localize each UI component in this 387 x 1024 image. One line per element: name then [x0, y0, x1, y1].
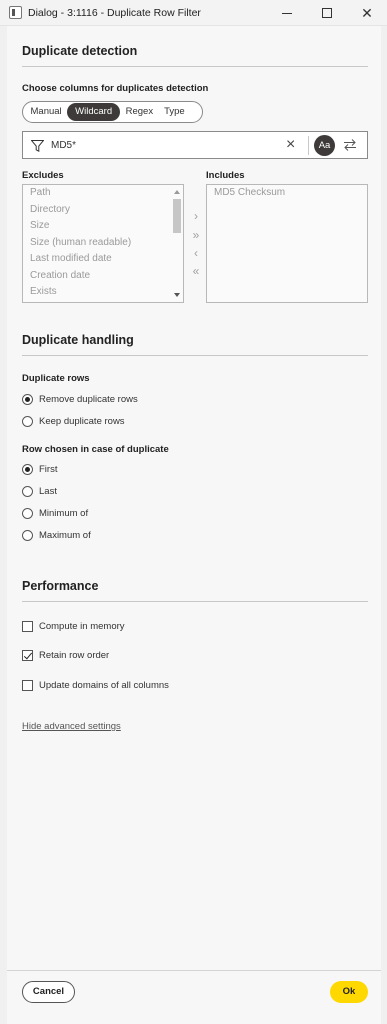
- columns-label: Choose columns for duplicates detection: [22, 83, 209, 94]
- list-item: MD5 Checksum: [214, 187, 286, 198]
- section-title-detection: Duplicate detection: [22, 44, 138, 58]
- window-controls: ✕: [267, 0, 387, 26]
- list-item: Exists: [30, 286, 57, 297]
- section-divider: [22, 601, 368, 602]
- list-item: Size (human readable): [30, 236, 132, 248]
- background-window-edge: [0, 26, 7, 1024]
- close-button[interactable]: ✕: [347, 0, 387, 26]
- radio-button[interactable]: [22, 464, 33, 475]
- cancel-button[interactable]: Cancel: [22, 981, 75, 1003]
- footer-divider: [7, 970, 381, 971]
- radio-button[interactable]: [22, 486, 33, 497]
- radio-label: Maximum of: [39, 530, 91, 541]
- list-item: Last modified date: [30, 253, 112, 264]
- radio-label: Last: [39, 486, 57, 497]
- radio-last[interactable]: Last: [22, 486, 57, 497]
- mode-manual[interactable]: Manual: [25, 103, 67, 121]
- radio-button[interactable]: [22, 530, 33, 541]
- window-titlebar: Dialog - 3:1116 - Duplicate Row Filter ✕: [0, 0, 387, 26]
- dialog-body: Duplicate detection Choose columns for d…: [7, 26, 381, 1024]
- radio-button[interactable]: [22, 508, 33, 519]
- hide-advanced-settings-link[interactable]: Hide advanced settings: [22, 721, 121, 732]
- clear-icon[interactable]: ×: [286, 137, 300, 153]
- selection-mode-switch: Manual Wildcard Regex Type: [22, 101, 203, 123]
- app-icon: [9, 6, 22, 19]
- input-separator: [308, 136, 309, 155]
- radio-remove-duplicates[interactable]: Remove duplicate rows: [22, 394, 138, 405]
- radio-maximum[interactable]: Maximum of: [22, 530, 91, 541]
- duplicate-rows-label: Duplicate rows: [22, 373, 90, 384]
- radio-label: First: [39, 464, 58, 475]
- checkbox-compute-in-memory[interactable]: Compute in memory: [22, 621, 125, 632]
- pattern-value: MD5*: [51, 140, 77, 151]
- background-window-edge-right: [381, 26, 387, 1024]
- mode-type[interactable]: Type: [159, 103, 191, 121]
- radio-keep-duplicates[interactable]: Keep duplicate rows: [22, 416, 125, 427]
- minimize-button[interactable]: [267, 0, 307, 26]
- checkbox-label: Compute in memory: [39, 621, 125, 632]
- case-sensitive-toggle[interactable]: Aa: [314, 135, 335, 156]
- radio-first[interactable]: First: [22, 464, 57, 475]
- radio-label: Remove duplicate rows: [39, 394, 138, 405]
- ok-button[interactable]: Ok: [330, 981, 368, 1003]
- pattern-input[interactable]: MD5* × Aa: [22, 131, 368, 159]
- checkbox-update-domains[interactable]: Update domains of all columns: [22, 680, 169, 691]
- list-item: Path: [30, 187, 51, 198]
- checkbox-label: Retain row order: [39, 650, 110, 661]
- checkbox-retain-row-order[interactable]: Retain row order: [22, 650, 109, 661]
- radio-button[interactable]: [22, 416, 33, 427]
- remove-selected-button[interactable]: ‹: [188, 246, 204, 260]
- remove-all-button[interactable]: «: [188, 264, 204, 278]
- excludes-scrollbar[interactable]: [172, 186, 182, 301]
- checkbox[interactable]: [22, 650, 33, 661]
- row-chosen-label: Row chosen in case of duplicate: [22, 444, 169, 455]
- window-title: Dialog - 3:1116 - Duplicate Row Filter: [28, 6, 201, 19]
- section-title-handling: Duplicate handling: [22, 333, 134, 347]
- excludes-label: Excludes: [22, 170, 64, 181]
- checkbox[interactable]: [22, 621, 33, 632]
- radio-label: Keep duplicate rows: [39, 416, 125, 427]
- radio-label: Minimum of: [39, 508, 89, 519]
- includes-label: Includes: [206, 170, 245, 181]
- maximize-button[interactable]: [307, 0, 347, 26]
- section-title-performance: Performance: [22, 579, 99, 593]
- list-item: Size: [30, 220, 50, 231]
- section-divider: [22, 66, 368, 67]
- scroll-up-icon[interactable]: [174, 190, 180, 194]
- add-selected-button[interactable]: ›: [188, 209, 204, 223]
- list-item: Directory: [30, 203, 71, 215]
- section-divider: [22, 355, 368, 356]
- excludes-list[interactable]: Path Directory Size Size (human readable…: [22, 184, 184, 303]
- add-all-button[interactable]: »: [188, 228, 204, 242]
- list-item: Creation date: [30, 269, 91, 281]
- scroll-thumb[interactable]: [173, 199, 181, 233]
- radio-minimum[interactable]: Minimum of: [22, 508, 88, 519]
- mode-wildcard[interactable]: Wildcard: [67, 103, 121, 121]
- mode-regex[interactable]: Regex: [120, 103, 158, 121]
- filter-icon: [31, 140, 44, 152]
- invert-icon[interactable]: [343, 138, 357, 152]
- checkbox[interactable]: [22, 680, 33, 691]
- includes-list[interactable]: MD5 Checksum: [206, 184, 368, 303]
- checkbox-label: Update domains of all columns: [39, 680, 169, 691]
- radio-button[interactable]: [22, 394, 33, 405]
- scroll-down-icon[interactable]: [174, 293, 180, 297]
